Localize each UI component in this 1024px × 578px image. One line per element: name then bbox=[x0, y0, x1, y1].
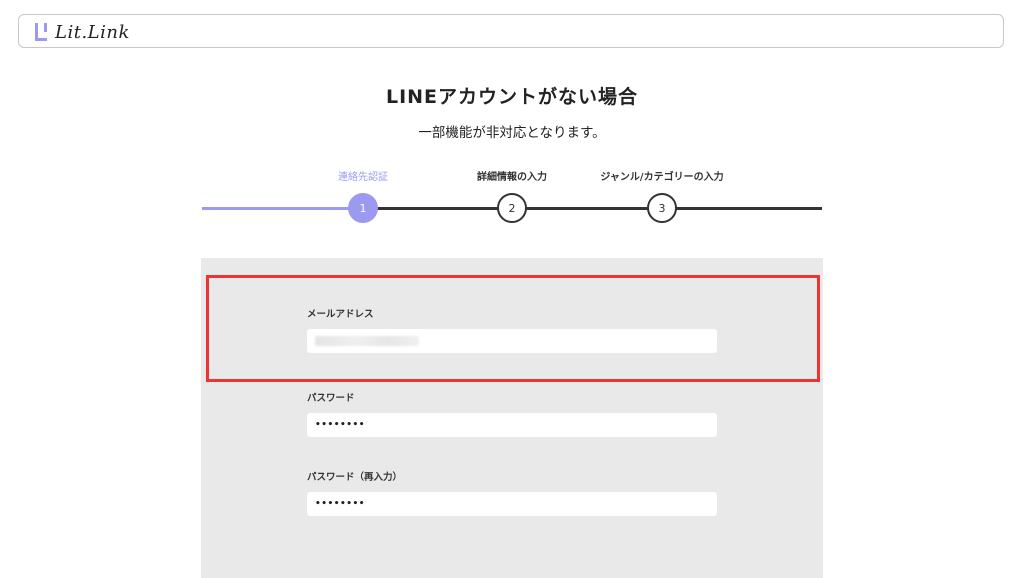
password-confirm-field[interactable]: •••••••• bbox=[307, 492, 717, 516]
logo-text: Lit.Link bbox=[55, 21, 130, 43]
progress-stepper: 連絡先認証 詳細情報の入力 ジャンル/カテゴリーの入力 1 2 3 bbox=[202, 160, 822, 230]
password-field[interactable]: •••••••• bbox=[307, 413, 717, 437]
page-subtitle: 一部機能が非対応となります。 bbox=[418, 125, 606, 141]
password-confirm-mask: •••••••• bbox=[315, 499, 366, 509]
step-label-genre-category: ジャンル/カテゴリーの入力 bbox=[600, 172, 724, 183]
progress-line-completed bbox=[202, 207, 363, 210]
logo-icon bbox=[35, 23, 47, 41]
header-bar: Lit.Link bbox=[18, 14, 1004, 48]
step-circle-1: 1 bbox=[348, 193, 378, 223]
password-mask: •••••••• bbox=[315, 420, 366, 430]
password-confirm-label: パスワード（再入力） bbox=[307, 472, 403, 483]
step-label-contact-verification: 連絡先認証 bbox=[338, 172, 388, 183]
page-title: LINEアカウントがない場合 bbox=[385, 86, 639, 108]
progress-line-remaining bbox=[363, 207, 822, 210]
step-circle-3: 3 bbox=[647, 193, 677, 223]
step-circle-2: 2 bbox=[497, 193, 527, 223]
logo[interactable]: Lit.Link bbox=[35, 21, 130, 43]
highlight-box bbox=[206, 275, 820, 382]
step-label-details: 詳細情報の入力 bbox=[477, 172, 547, 183]
password-label: パスワード bbox=[307, 393, 355, 404]
